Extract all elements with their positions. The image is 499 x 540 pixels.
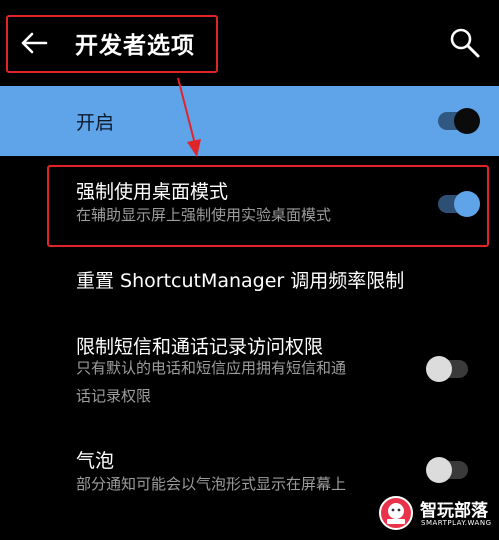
watermark-name: 智玩部落 <box>420 501 488 521</box>
watermark-url: SMARTPLAY.WANG <box>421 519 492 527</box>
watermark-logo-icon <box>379 496 413 530</box>
annotation-arrow <box>177 77 201 157</box>
